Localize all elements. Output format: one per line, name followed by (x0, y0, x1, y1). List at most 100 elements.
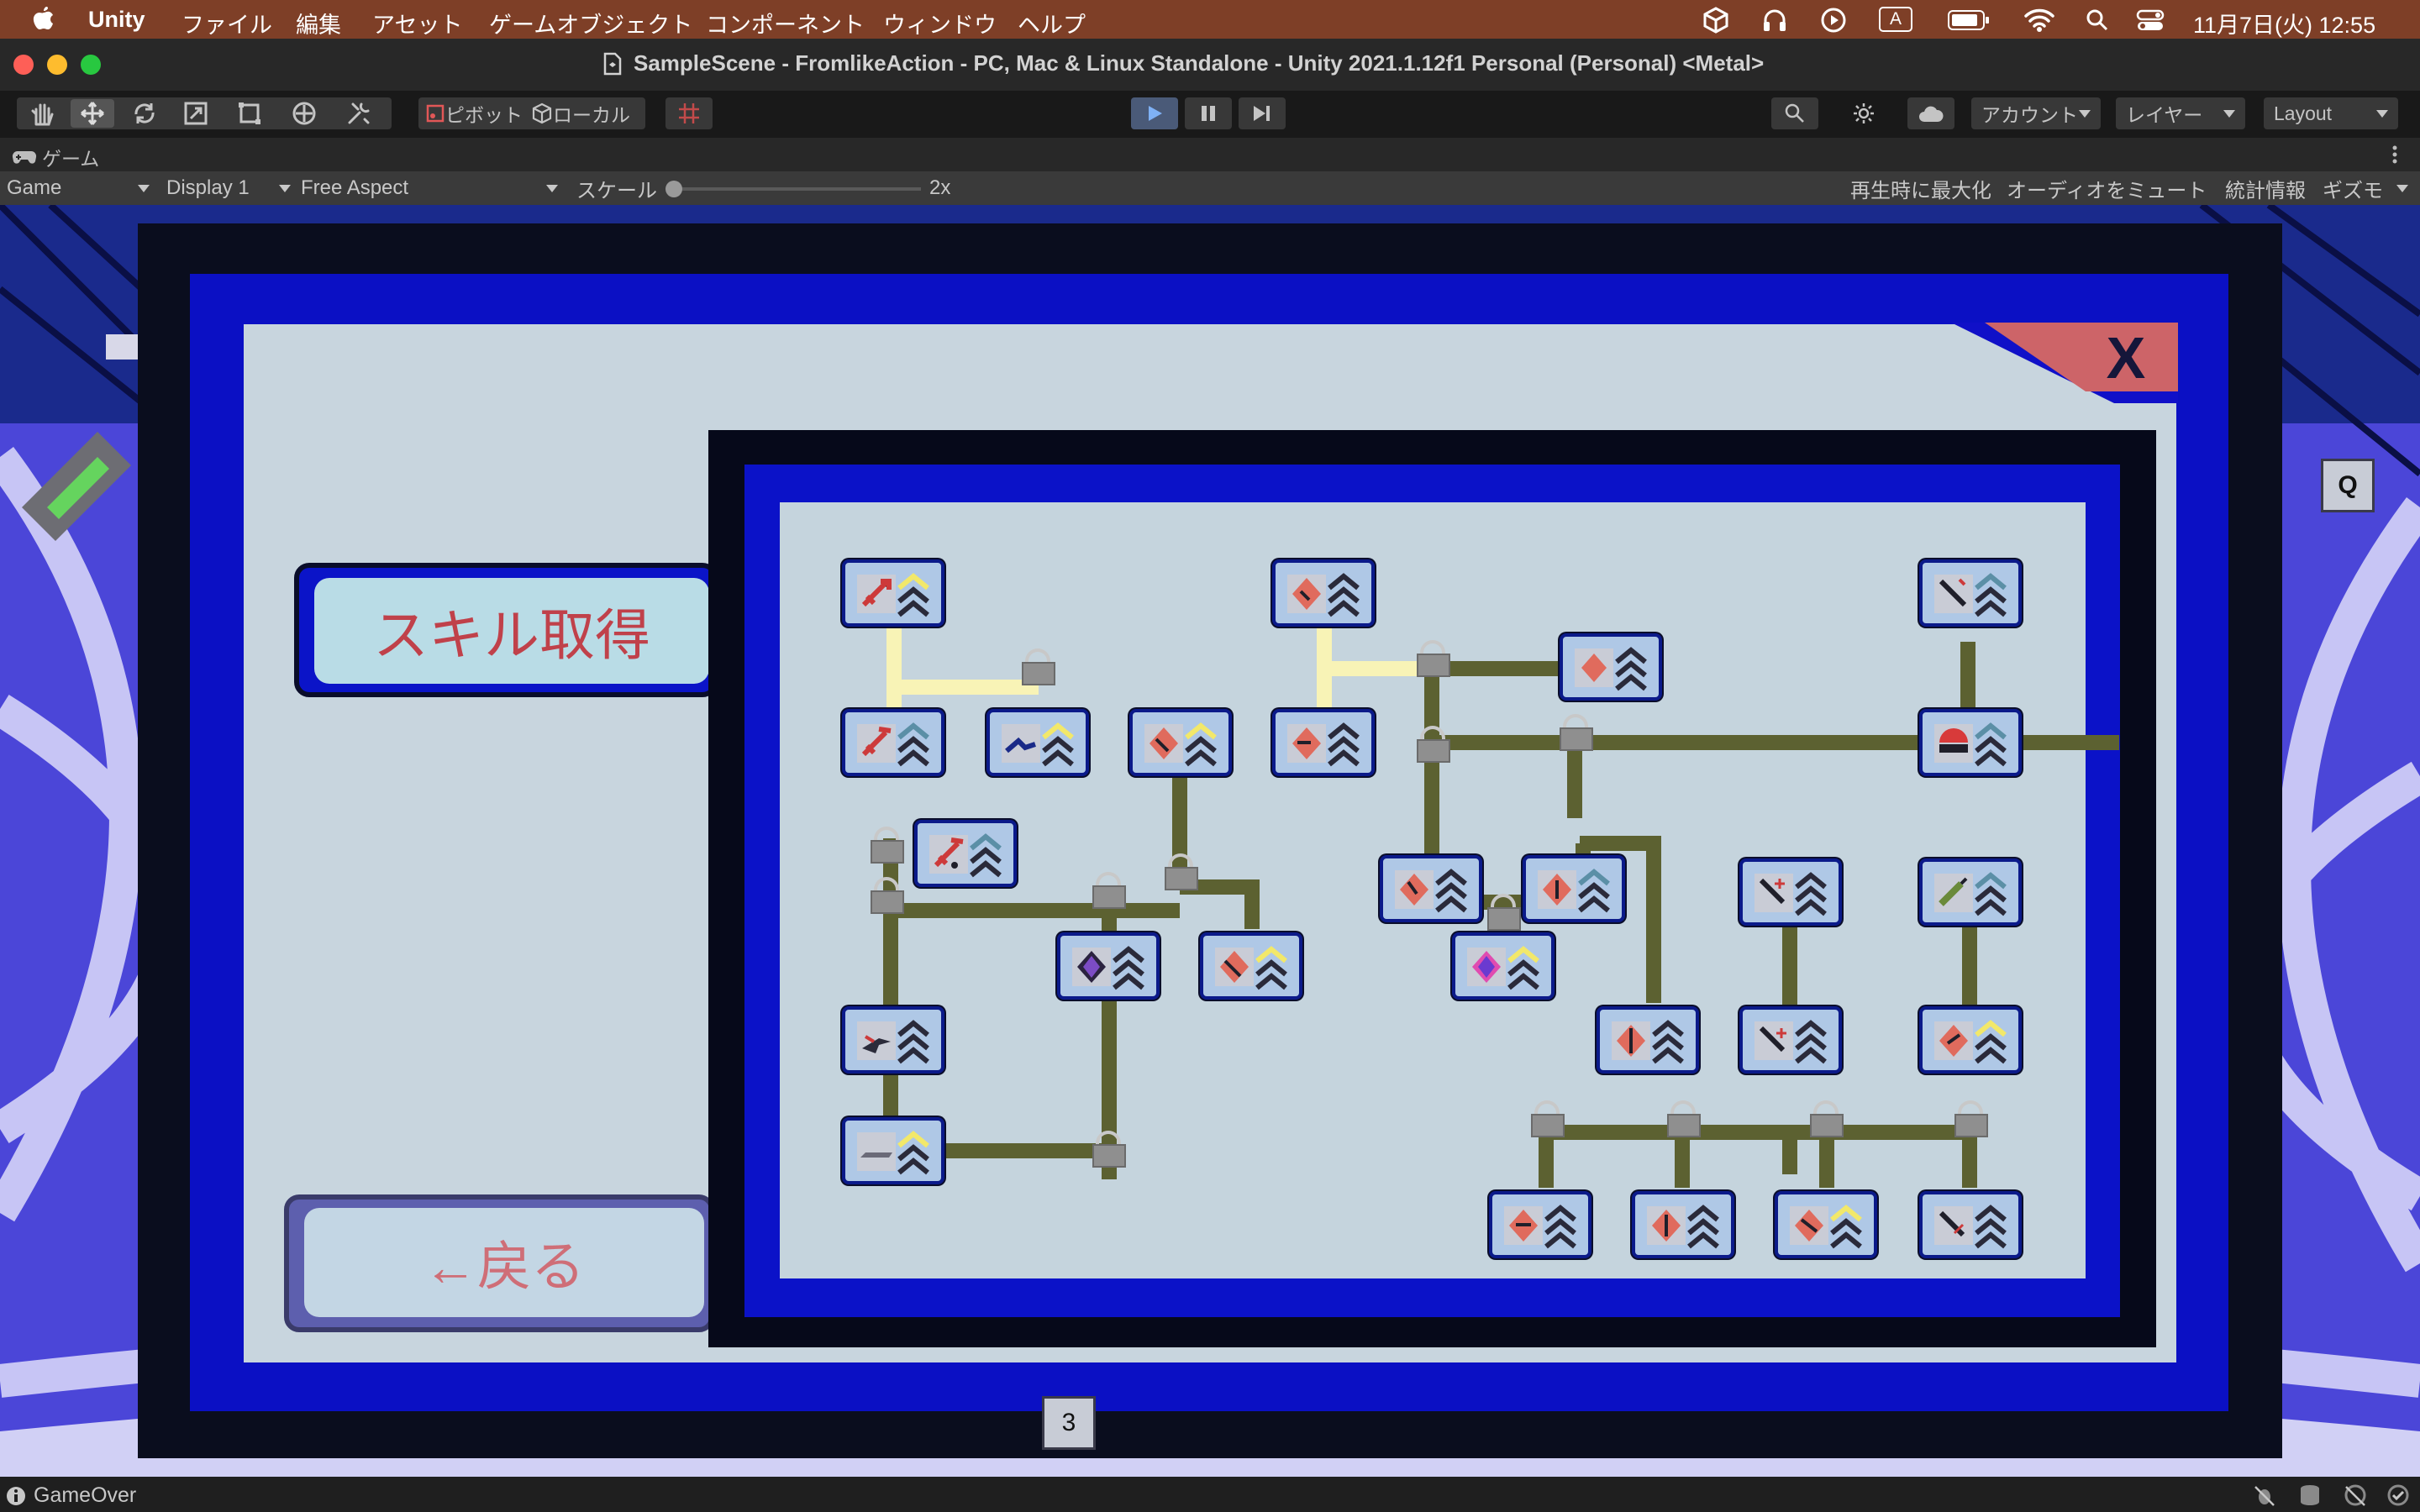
services-button[interactable] (1840, 97, 1887, 129)
tab-game-label: ゲーム (42, 148, 100, 170)
menu-assets[interactable]: アセット (372, 7, 462, 39)
upgrade-chevrons-icon (1975, 722, 2007, 767)
game-view-controls: Game Display 1 Free Aspect スケール 2x 再生時に最… (0, 171, 2420, 205)
skill-node-20[interactable] (1919, 858, 2022, 926)
view-type-dropdown[interactable]: Game (7, 171, 150, 205)
battery-icon[interactable] (1948, 10, 1990, 30)
upgrade-chevrons-icon (1328, 573, 1360, 617)
skill-node-8[interactable] (842, 1006, 944, 1074)
account-dropdown[interactable]: アカウント (1971, 97, 2101, 129)
menu-file[interactable]: ファイル (182, 7, 272, 39)
wifi-icon[interactable] (2023, 7, 2055, 32)
slot-number-box[interactable]: 3 (1042, 1396, 1096, 1450)
potion-skill-icon (1934, 874, 1973, 912)
check-icon[interactable] (2386, 1483, 2410, 1507)
q-key-hint[interactable]: Q (2321, 459, 2375, 512)
menu-help[interactable]: ヘルプ (1018, 7, 1086, 39)
gizmos-toggle[interactable]: ギズモ (2323, 171, 2383, 205)
skill-node-24[interactable] (1632, 1191, 1734, 1258)
skill-node-10[interactable] (1272, 559, 1375, 627)
clock[interactable]: 11月7日(火) 12:55 (2193, 7, 2375, 39)
skill-node-14[interactable] (1523, 855, 1625, 922)
lock-icon (1531, 1100, 1565, 1137)
skill-node-25[interactable] (1775, 1191, 1877, 1258)
skill-node-3[interactable] (986, 709, 1089, 776)
skill-node-7[interactable] (1200, 932, 1302, 1000)
network-icon[interactable] (2343, 1483, 2368, 1507)
play-button[interactable] (1131, 97, 1178, 129)
menu-component[interactable]: コンポーネント (706, 7, 865, 39)
game-view[interactable]: X スキル取得 ←戻る Q 3 (0, 205, 2420, 1477)
app-menu[interactable]: Unity (88, 7, 145, 33)
close-window-button[interactable] (13, 55, 34, 75)
headphones-icon[interactable] (1761, 7, 1788, 34)
skill-node-9[interactable] (842, 1117, 944, 1184)
pivot-icon (426, 104, 445, 123)
zoom-window-button[interactable] (81, 55, 101, 75)
display-dropdown[interactable]: Display 1 (166, 171, 291, 205)
skill-node-16[interactable] (1597, 1006, 1699, 1074)
rotate-tool-icon[interactable] (131, 101, 158, 126)
chevron-down-icon (138, 184, 150, 192)
skill-node-11[interactable] (1272, 709, 1375, 776)
tab-game[interactable]: ゲーム (12, 143, 99, 171)
shield-skill-icon (1612, 1021, 1650, 1060)
hand-tool-icon[interactable] (29, 101, 57, 126)
move-tool-button[interactable] (71, 99, 114, 128)
skill-node-22[interactable] (1919, 1006, 2022, 1074)
chevron-down-icon[interactable] (2396, 185, 2408, 192)
control-center-icon[interactable] (2136, 8, 2165, 32)
search-button[interactable] (1771, 97, 1818, 129)
shield-skill-icon (1287, 724, 1326, 763)
shield-skill-icon (1538, 870, 1576, 909)
shield-skill-icon (1287, 575, 1326, 613)
layout-dropdown[interactable]: Layout (2264, 97, 2398, 129)
apple-icon[interactable] (32, 5, 55, 32)
pause-button[interactable] (1185, 97, 1232, 129)
skill-node-5[interactable] (914, 820, 1017, 887)
skill-node-2[interactable] (842, 709, 944, 776)
mute-audio-toggle[interactable]: オーディオをミュート (2007, 171, 2207, 205)
menu-edit[interactable]: 編集 (296, 7, 341, 39)
transform-tool-icon[interactable] (291, 100, 318, 127)
status-message[interactable]: GameOver (34, 1483, 136, 1508)
upgrade-chevrons-icon (1435, 869, 1467, 913)
skill-node-4[interactable] (1129, 709, 1232, 776)
search-icon[interactable] (2086, 8, 2109, 32)
local-toggle[interactable]: ローカル (531, 99, 630, 128)
play-circle-icon[interactable] (1820, 7, 1847, 34)
upgrade-chevrons-icon (1507, 946, 1539, 990)
pivot-toggle[interactable]: ピボット (425, 99, 523, 128)
skill-node-13[interactable] (1380, 855, 1482, 922)
skill-node-15[interactable] (1452, 932, 1555, 1000)
skill-node-1[interactable] (842, 559, 944, 627)
scale-slider-thumb[interactable] (666, 181, 682, 197)
skill-node-17[interactable] (1919, 559, 2022, 627)
stats-toggle[interactable]: 統計情報 (2225, 171, 2306, 205)
skill-node-23[interactable] (1489, 1191, 1591, 1258)
menu-gameobject[interactable]: ゲームオブジェクト (489, 7, 692, 39)
unity-status-icon[interactable] (1702, 7, 1729, 34)
grid-snap-button[interactable] (666, 97, 713, 129)
skill-node-18[interactable] (1919, 709, 2022, 776)
scale-tool-icon[interactable] (183, 101, 208, 126)
skill-node-6[interactable] (1057, 932, 1160, 1000)
rect-tool-icon[interactable] (237, 101, 262, 126)
custom-tools-icon[interactable] (346, 101, 371, 126)
skill-node-12[interactable] (1560, 633, 1662, 701)
step-button[interactable] (1239, 97, 1286, 129)
database-icon[interactable] (2297, 1483, 2323, 1507)
skill-node-19[interactable] (1739, 858, 1842, 926)
maximize-on-play-toggle[interactable]: 再生時に最大化 (1850, 171, 1991, 205)
skill-node-26[interactable] (1919, 1191, 2022, 1258)
menu-window[interactable]: ウィンドウ (883, 7, 997, 39)
layers-dropdown[interactable]: レイヤー (2116, 97, 2245, 129)
scale-slider[interactable] (669, 187, 921, 191)
input-source-indicator[interactable]: A (1879, 7, 1912, 32)
more-options-icon[interactable] (2391, 144, 2398, 165)
skill-node-21[interactable] (1739, 1006, 1842, 1074)
cloud-button[interactable] (1907, 97, 1954, 129)
minimize-window-button[interactable] (47, 55, 67, 75)
bug-icon[interactable] (2252, 1483, 2277, 1507)
aspect-dropdown[interactable]: Free Aspect (301, 171, 558, 205)
